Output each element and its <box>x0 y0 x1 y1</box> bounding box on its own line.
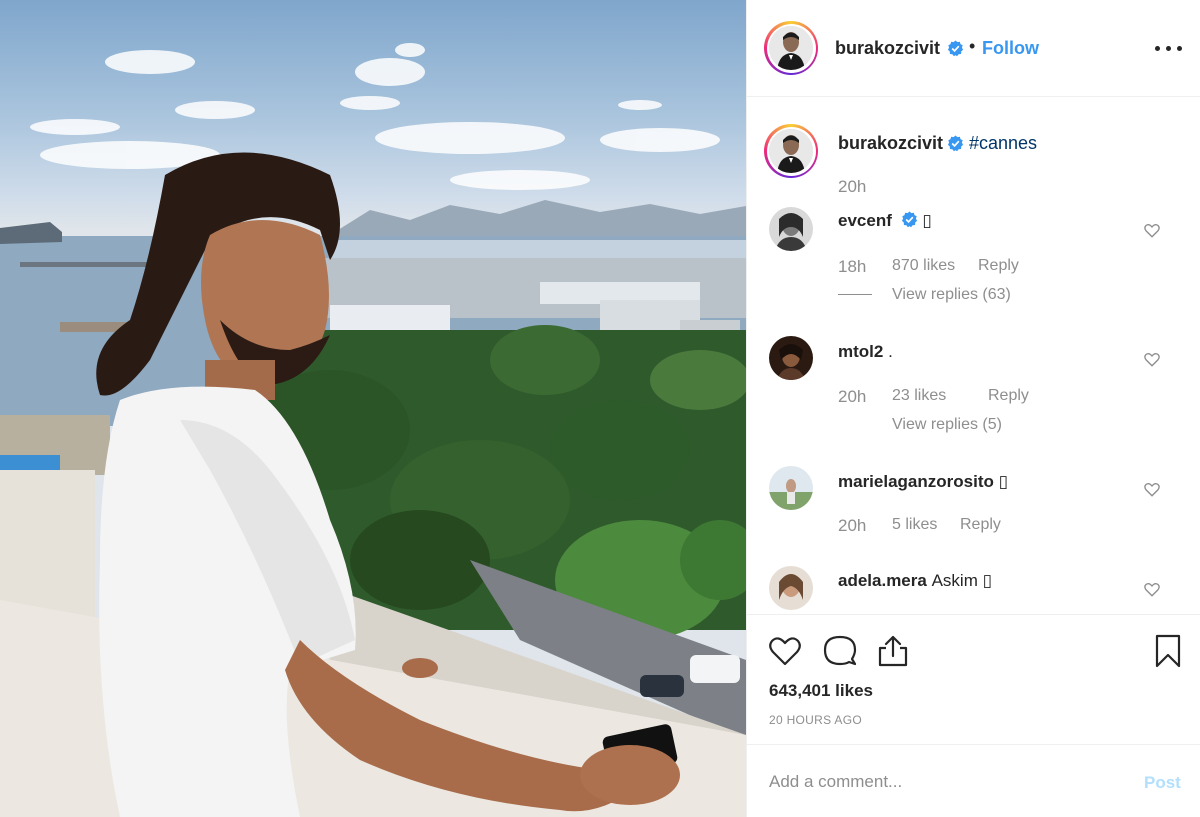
comment-input[interactable] <box>769 769 1109 795</box>
comment-username[interactable]: adela.mera Askim ▯ <box>838 571 992 591</box>
caption-hashtag-link[interactable]: #cannes <box>969 133 1037 154</box>
comment-likes[interactable]: 23 likes <box>892 387 988 407</box>
comment-time[interactable]: 20h <box>838 387 892 407</box>
post-comment-button[interactable]: Post <box>1144 773 1181 793</box>
author-avatar[interactable] <box>764 21 818 75</box>
view-replies-button[interactable]: View replies (5) <box>892 416 1002 434</box>
post-side-panel: burakozcivit • Follow burakozcivit #cann… <box>746 0 1200 817</box>
follow-button[interactable]: Follow <box>982 38 1039 59</box>
comment-heart-icon[interactable] <box>1143 350 1161 368</box>
post-photo <box>0 0 746 817</box>
verified-badge-icon <box>947 40 964 57</box>
ship <box>0 222 62 244</box>
likes-count[interactable]: 643,401 likes <box>769 681 873 701</box>
comment-username[interactable]: evcenf ▯ <box>838 211 932 231</box>
header-separator: • <box>969 36 976 56</box>
caption-timestamp[interactable]: 20h <box>838 177 866 197</box>
comment-text: ▯ <box>998 472 1008 491</box>
comment-username[interactable]: marielaganzorosito ▯ <box>838 472 1008 492</box>
comment-heart-icon[interactable] <box>1143 221 1161 239</box>
comment-likes[interactable]: 5 likes <box>892 516 960 536</box>
comment-username[interactable]: mtol2 . <box>838 342 893 362</box>
comment-meta: 20h 23 likes Reply <box>838 387 1029 407</box>
add-comment-bar: Post <box>747 744 1200 817</box>
author-username[interactable]: burakozcivit <box>835 38 940 59</box>
comment-heart-icon[interactable] <box>1143 580 1161 598</box>
photo-illustration <box>0 43 746 817</box>
reply-button[interactable]: Reply <box>960 516 1001 536</box>
reply-button[interactable]: Reply <box>988 387 1029 407</box>
reply-button[interactable]: Reply <box>978 257 1019 277</box>
comment-time[interactable]: 20h <box>838 516 892 536</box>
share-icon[interactable] <box>875 633 911 669</box>
verified-badge-icon <box>901 211 917 228</box>
post-timestamp[interactable]: 20 HOURS AGO <box>769 713 862 727</box>
clouds <box>30 43 720 190</box>
comment-meta: 20h 5 likes Reply <box>838 516 1001 536</box>
more-options-icon[interactable] <box>1153 36 1185 60</box>
comment-heart-icon[interactable] <box>1143 480 1161 498</box>
caption-avatar[interactable] <box>764 124 818 178</box>
comment-text: ▯ <box>922 211 932 230</box>
post-actions: 643,401 likes 20 HOURS AGO <box>747 614 1200 744</box>
caption-username[interactable]: burakozcivit <box>838 133 943 154</box>
commenter-avatar[interactable] <box>769 466 813 510</box>
comment-text: . <box>888 342 893 361</box>
comment-likes[interactable]: 870 likes <box>892 257 978 277</box>
commenter-avatar[interactable] <box>769 336 813 380</box>
heart-icon[interactable] <box>767 633 803 669</box>
commenter-avatar[interactable] <box>769 207 813 251</box>
comment-time[interactable]: 18h <box>838 257 892 277</box>
comment-bubble-icon[interactable] <box>822 633 858 669</box>
commenter-avatar[interactable] <box>769 566 813 610</box>
bookmark-icon[interactable] <box>1150 633 1186 669</box>
view-replies-button[interactable]: View replies (63) <box>838 286 1011 304</box>
post-header: burakozcivit • Follow <box>747 0 1200 97</box>
mountains <box>330 200 746 238</box>
verified-badge-icon <box>947 135 964 152</box>
comment-text: Askim ▯ <box>931 571 992 590</box>
comment-meta: 18h 870 likes Reply <box>838 257 1019 277</box>
